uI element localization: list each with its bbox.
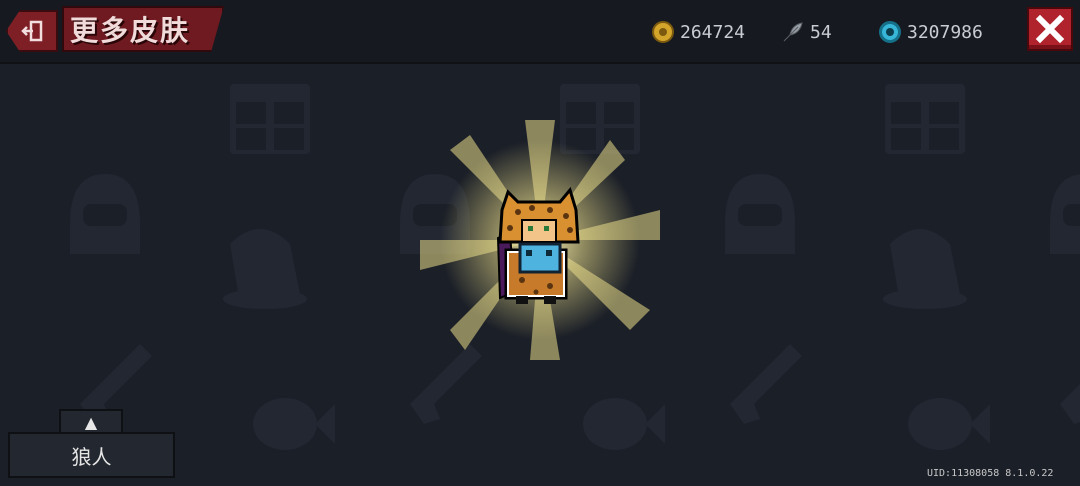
- gem-counter: 3207986: [879, 18, 983, 46]
- gem-value: 3207986: [907, 21, 983, 43]
- close-x-icon: [1035, 14, 1065, 44]
- hero-preview: [410, 120, 670, 360]
- close-button[interactable]: [1027, 7, 1073, 51]
- skin-name: 狼人: [71, 444, 112, 469]
- gold-coin-value: 264724: [680, 21, 746, 43]
- gold-coin-counter: 264724: [652, 18, 745, 46]
- chevron-up-icon: ▲: [84, 412, 98, 432]
- expand-skin-list-button[interactable]: ▲: [59, 409, 123, 433]
- gem-icon: [879, 21, 901, 43]
- back-button[interactable]: [6, 10, 58, 52]
- exit-door-icon: [21, 20, 43, 42]
- skin-name-button[interactable]: 狼人: [8, 432, 175, 478]
- page-title: 更多皮肤: [70, 14, 191, 47]
- fish-counter: 54: [782, 18, 832, 46]
- top-bar: 更多皮肤 264724 54 3207986: [0, 0, 1080, 64]
- gold-coin-icon: [652, 21, 674, 43]
- leopard-hood-knight-sprite: [420, 120, 660, 360]
- uid-version-text: UID:11308058 8.1.0.22: [927, 468, 1054, 479]
- fish-value: 54: [810, 21, 832, 43]
- fish-feather-icon: [783, 22, 803, 42]
- page-title-plate: 更多皮肤: [62, 6, 224, 52]
